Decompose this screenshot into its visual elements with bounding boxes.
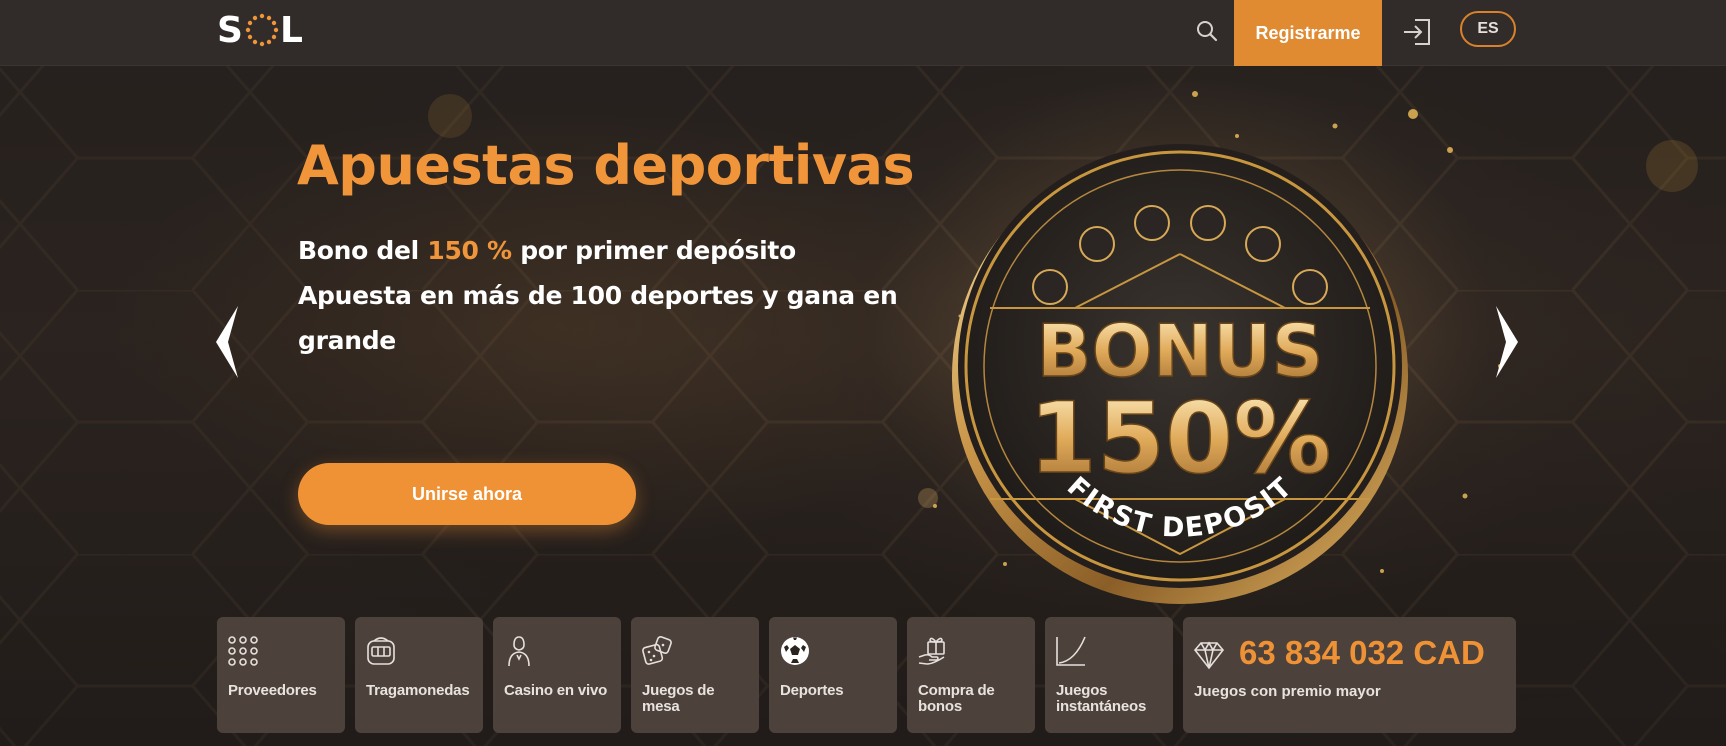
logo-letter-s: S	[217, 9, 244, 51]
category-slots[interactable]: Tragamonedas	[355, 617, 483, 733]
hero-title: Apuestas deportivas	[297, 134, 915, 197]
jackpot-label: Juegos con premio mayor	[1194, 683, 1381, 700]
join-now-button[interactable]: Unirse ahora	[298, 463, 636, 525]
subtitle-suffix: por primer depósito	[511, 236, 796, 265]
bonus-coin-image: BONUS 150% FIRST DEPOSIT	[952, 144, 1408, 604]
bonus-percent-highlight: 150 %	[427, 236, 512, 265]
soccer-ball-icon	[781, 637, 809, 665]
carousel-next-button[interactable]	[1492, 304, 1520, 380]
sun-logo-icon	[245, 13, 279, 47]
coin-bonus-word: BONUS	[1037, 309, 1324, 393]
carousel-prev-button[interactable]	[214, 304, 242, 380]
language-selector[interactable]: ES	[1460, 11, 1516, 47]
providers-grid-icon	[228, 636, 258, 666]
category-label: Juegos instantáneos	[1056, 682, 1147, 715]
category-label: Juegos de mesa	[642, 682, 715, 715]
category-sports[interactable]: Deportes	[769, 617, 897, 733]
diamond-icon	[1193, 641, 1225, 670]
rising-curve-icon	[1056, 636, 1086, 666]
gift-hand-icon	[918, 637, 945, 665]
login-button[interactable]	[1398, 13, 1436, 51]
sol-logo[interactable]: S L	[217, 9, 304, 51]
jackpot-games-tile[interactable]: 63 834 032 CAD Juegos con premio mayor	[1183, 617, 1516, 733]
hero-subtitle: Bono del 150 % por primer depósito Apues…	[298, 228, 898, 363]
subtitle-prefix: Bono del	[298, 236, 428, 265]
category-label: Compra de bonos	[918, 682, 995, 715]
live-dealer-icon	[508, 636, 530, 667]
dice-icon	[642, 636, 672, 665]
category-providers[interactable]: Proveedores	[217, 617, 345, 733]
category-instant-games[interactable]: Juegos instantáneos	[1045, 617, 1173, 733]
register-button[interactable]: Registrarme	[1234, 0, 1382, 66]
chevron-left-icon	[216, 306, 238, 378]
category-table-games[interactable]: Juegos de mesa	[631, 617, 759, 733]
logo-letter-l: L	[279, 9, 304, 51]
search-icon	[1197, 21, 1218, 42]
slot-machine-icon	[367, 637, 395, 665]
category-label: Proveedores	[228, 682, 317, 699]
jackpot-amount: 63 834 032 CAD	[1239, 634, 1485, 671]
category-label: Tragamonedas	[366, 682, 470, 699]
search-button[interactable]	[1190, 14, 1224, 48]
subtitle-line2: Apuesta en más de 100 deportes y gana en…	[298, 281, 898, 355]
coin-percent: 150%	[1029, 382, 1332, 496]
login-icon	[1404, 19, 1430, 45]
category-label: Casino en vivo	[504, 682, 608, 699]
category-label: Deportes	[780, 682, 844, 699]
chevron-right-icon	[1496, 306, 1518, 378]
category-bonus-buy[interactable]: Compra de bonos	[907, 617, 1035, 733]
category-live-casino[interactable]: Casino en vivo	[493, 617, 621, 733]
site-header: S L Registrarme ES	[0, 0, 1726, 66]
